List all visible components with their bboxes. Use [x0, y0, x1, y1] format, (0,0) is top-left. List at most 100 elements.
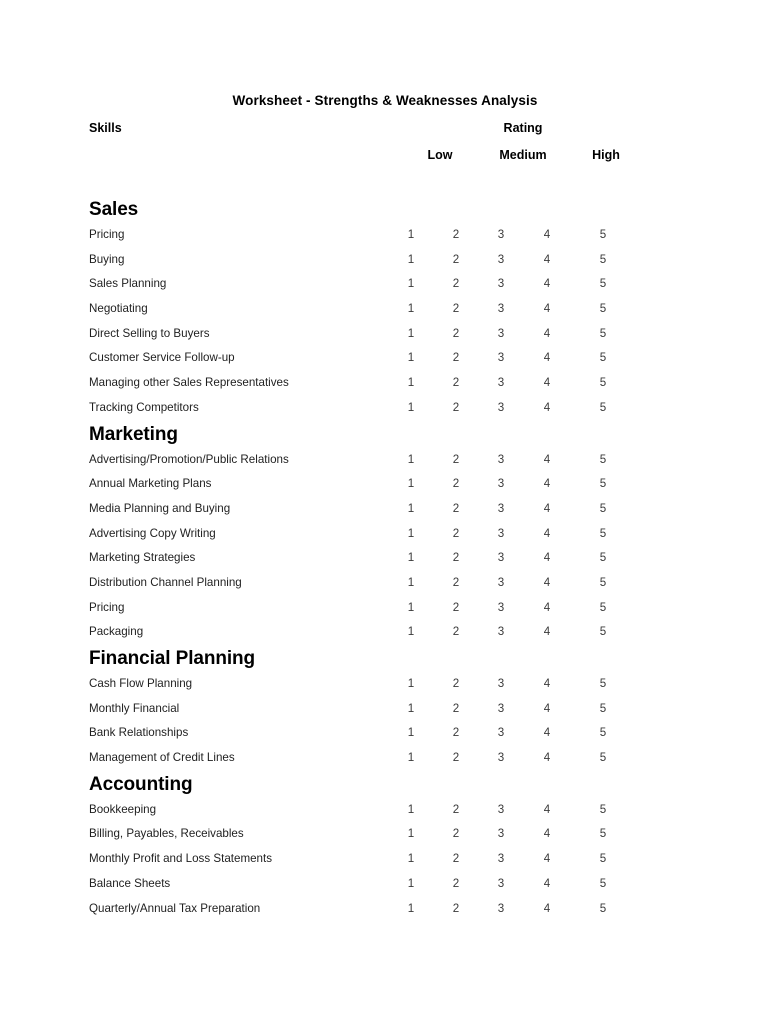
rating-option-1[interactable]: 1 [402, 672, 420, 697]
rating-option-3[interactable]: 3 [492, 448, 510, 473]
rating-option-2[interactable]: 2 [447, 721, 465, 746]
rating-option-2[interactable]: 2 [447, 872, 465, 897]
rating-option-4[interactable]: 4 [538, 721, 556, 746]
rating-option-5[interactable]: 5 [594, 248, 612, 273]
rating-option-5[interactable]: 5 [594, 697, 612, 722]
rating-option-3[interactable]: 3 [492, 371, 510, 396]
rating-option-3[interactable]: 3 [492, 697, 510, 722]
rating-option-4[interactable]: 4 [538, 620, 556, 645]
rating-option-3[interactable]: 3 [492, 746, 510, 771]
rating-option-5[interactable]: 5 [594, 448, 612, 473]
rating-option-2[interactable]: 2 [447, 847, 465, 872]
rating-option-2[interactable]: 2 [447, 672, 465, 697]
rating-option-5[interactable]: 5 [594, 497, 612, 522]
rating-option-3[interactable]: 3 [492, 546, 510, 571]
rating-option-5[interactable]: 5 [594, 297, 612, 322]
rating-option-1[interactable]: 1 [402, 522, 420, 547]
rating-option-4[interactable]: 4 [538, 248, 556, 273]
rating-option-3[interactable]: 3 [492, 297, 510, 322]
rating-option-4[interactable]: 4 [538, 847, 556, 872]
rating-option-2[interactable]: 2 [447, 346, 465, 371]
rating-option-4[interactable]: 4 [538, 346, 556, 371]
rating-option-2[interactable]: 2 [447, 620, 465, 645]
rating-option-5[interactable]: 5 [594, 396, 612, 421]
rating-option-4[interactable]: 4 [538, 546, 556, 571]
rating-option-4[interactable]: 4 [538, 448, 556, 473]
rating-option-4[interactable]: 4 [538, 522, 556, 547]
rating-option-3[interactable]: 3 [492, 721, 510, 746]
rating-option-4[interactable]: 4 [538, 798, 556, 823]
rating-option-2[interactable]: 2 [447, 897, 465, 922]
rating-option-3[interactable]: 3 [492, 272, 510, 297]
rating-option-1[interactable]: 1 [402, 721, 420, 746]
rating-option-1[interactable]: 1 [402, 322, 420, 347]
rating-option-1[interactable]: 1 [402, 396, 420, 421]
rating-option-1[interactable]: 1 [402, 571, 420, 596]
rating-option-2[interactable]: 2 [447, 272, 465, 297]
rating-option-5[interactable]: 5 [594, 672, 612, 697]
rating-option-4[interactable]: 4 [538, 872, 556, 897]
rating-option-2[interactable]: 2 [447, 248, 465, 273]
rating-option-3[interactable]: 3 [492, 223, 510, 248]
rating-option-2[interactable]: 2 [447, 596, 465, 621]
rating-option-4[interactable]: 4 [538, 396, 556, 421]
rating-option-3[interactable]: 3 [492, 346, 510, 371]
rating-option-4[interactable]: 4 [538, 746, 556, 771]
rating-option-4[interactable]: 4 [538, 571, 556, 596]
rating-option-1[interactable]: 1 [402, 371, 420, 396]
rating-option-2[interactable]: 2 [447, 371, 465, 396]
rating-option-4[interactable]: 4 [538, 322, 556, 347]
rating-option-1[interactable]: 1 [402, 297, 420, 322]
rating-option-5[interactable]: 5 [594, 472, 612, 497]
rating-option-4[interactable]: 4 [538, 596, 556, 621]
rating-option-5[interactable]: 5 [594, 746, 612, 771]
rating-option-3[interactable]: 3 [492, 847, 510, 872]
rating-option-4[interactable]: 4 [538, 497, 556, 522]
rating-option-1[interactable]: 1 [402, 223, 420, 248]
rating-option-1[interactable]: 1 [402, 472, 420, 497]
rating-option-2[interactable]: 2 [447, 396, 465, 421]
rating-option-5[interactable]: 5 [594, 847, 612, 872]
rating-option-5[interactable]: 5 [594, 620, 612, 645]
rating-option-1[interactable]: 1 [402, 822, 420, 847]
rating-option-2[interactable]: 2 [447, 746, 465, 771]
rating-option-1[interactable]: 1 [402, 448, 420, 473]
rating-option-4[interactable]: 4 [538, 472, 556, 497]
rating-option-1[interactable]: 1 [402, 272, 420, 297]
rating-option-3[interactable]: 3 [492, 798, 510, 823]
rating-option-2[interactable]: 2 [447, 223, 465, 248]
rating-option-1[interactable]: 1 [402, 872, 420, 897]
rating-option-2[interactable]: 2 [447, 297, 465, 322]
rating-option-3[interactable]: 3 [492, 322, 510, 347]
rating-option-4[interactable]: 4 [538, 297, 556, 322]
rating-option-1[interactable]: 1 [402, 546, 420, 571]
rating-option-1[interactable]: 1 [402, 596, 420, 621]
rating-option-1[interactable]: 1 [402, 847, 420, 872]
rating-option-5[interactable]: 5 [594, 522, 612, 547]
rating-option-4[interactable]: 4 [538, 371, 556, 396]
rating-option-2[interactable]: 2 [447, 697, 465, 722]
rating-option-5[interactable]: 5 [594, 371, 612, 396]
rating-option-4[interactable]: 4 [538, 697, 556, 722]
rating-option-1[interactable]: 1 [402, 248, 420, 273]
rating-option-4[interactable]: 4 [538, 272, 556, 297]
rating-option-3[interactable]: 3 [492, 472, 510, 497]
rating-option-2[interactable]: 2 [447, 822, 465, 847]
rating-option-1[interactable]: 1 [402, 897, 420, 922]
rating-option-2[interactable]: 2 [447, 798, 465, 823]
rating-option-1[interactable]: 1 [402, 798, 420, 823]
rating-option-5[interactable]: 5 [594, 322, 612, 347]
rating-option-1[interactable]: 1 [402, 346, 420, 371]
rating-option-3[interactable]: 3 [492, 596, 510, 621]
rating-option-1[interactable]: 1 [402, 746, 420, 771]
rating-option-1[interactable]: 1 [402, 497, 420, 522]
rating-option-2[interactable]: 2 [447, 472, 465, 497]
rating-option-2[interactable]: 2 [447, 546, 465, 571]
rating-option-3[interactable]: 3 [492, 872, 510, 897]
rating-option-3[interactable]: 3 [492, 571, 510, 596]
rating-option-5[interactable]: 5 [594, 546, 612, 571]
rating-option-3[interactable]: 3 [492, 522, 510, 547]
rating-option-1[interactable]: 1 [402, 620, 420, 645]
rating-option-4[interactable]: 4 [538, 223, 556, 248]
rating-option-2[interactable]: 2 [447, 522, 465, 547]
